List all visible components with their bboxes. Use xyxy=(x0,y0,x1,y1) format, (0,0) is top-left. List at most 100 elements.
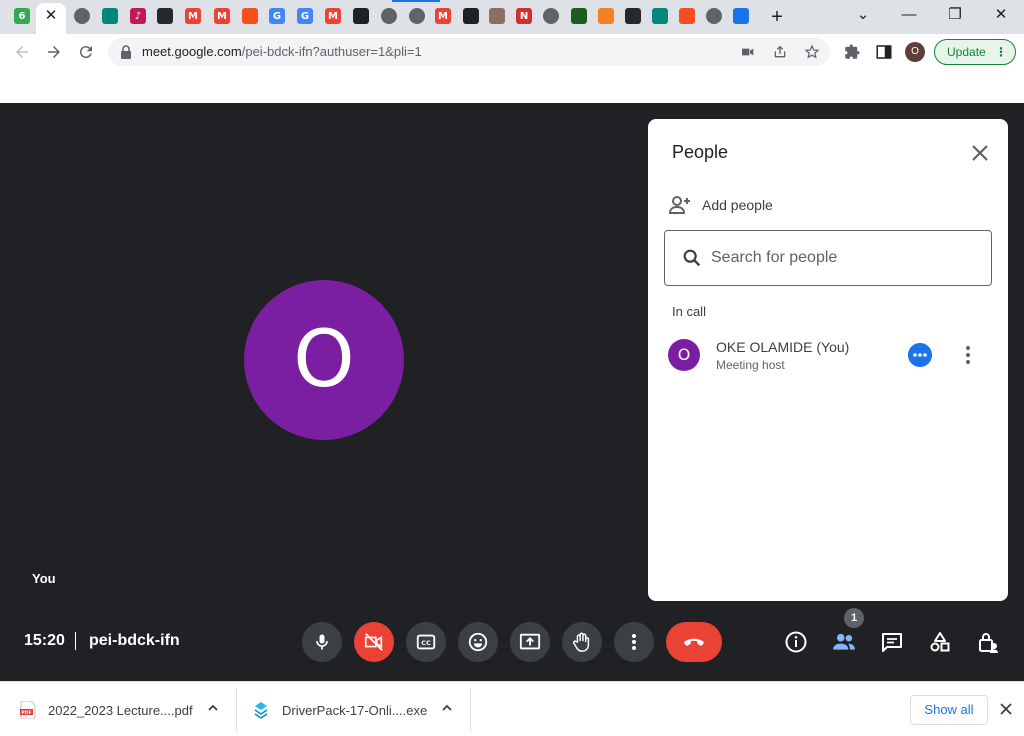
present-screen-button[interactable] xyxy=(510,622,550,662)
show-all-button[interactable]: Show all xyxy=(910,695,988,725)
restore-button[interactable]: ❐ xyxy=(940,4,970,26)
dark-square-icon xyxy=(463,8,479,24)
download-item[interactable]: DriverPack-17-Onli....exe xyxy=(237,682,470,736)
browser-tab[interactable] xyxy=(486,5,508,27)
people-button[interactable] xyxy=(828,626,860,658)
browser-tab[interactable] xyxy=(595,5,617,27)
download-item[interactable]: PDF 2022_2023 Lecture....pdf xyxy=(0,682,236,736)
browser-tab[interactable]: ♪ xyxy=(127,5,149,27)
minimize-button[interactable]: — xyxy=(894,4,924,26)
browser-tab[interactable] xyxy=(350,5,372,27)
red-square-icon: N xyxy=(516,8,532,24)
browser-tab[interactable]: M xyxy=(211,5,233,27)
emoji-icon xyxy=(468,632,488,652)
camera-blocked-icon[interactable] xyxy=(740,44,756,60)
close-panel-icon[interactable] xyxy=(968,141,992,165)
add-people-label: Add people xyxy=(702,197,773,213)
browser-tab[interactable] xyxy=(99,5,121,27)
participant-role: Meeting host xyxy=(716,358,785,372)
svg-text:CC: CC xyxy=(421,639,431,647)
meeting-stage: O You People Add people In call O OKE OL… xyxy=(0,103,1024,681)
forward-button[interactable] xyxy=(42,40,66,64)
microphone-button[interactable] xyxy=(302,622,342,662)
browser-tab[interactable]: G xyxy=(266,5,288,27)
chevron-up-icon[interactable] xyxy=(439,700,455,716)
address-bar[interactable]: meet.google.com/pei-bdck-ifn?authuser=1&… xyxy=(108,38,830,66)
participant-menu-icon[interactable] xyxy=(958,343,978,367)
profile-avatar[interactable]: O xyxy=(905,42,925,62)
divider xyxy=(75,632,76,650)
browser-tab[interactable] xyxy=(730,5,752,27)
browser-tab[interactable] xyxy=(622,5,644,27)
host-controls-button[interactable] xyxy=(972,626,1004,658)
browser-tab[interactable] xyxy=(71,5,93,27)
download-icon xyxy=(733,8,749,24)
close-shelf-icon[interactable] xyxy=(998,701,1014,717)
share-icon[interactable] xyxy=(772,44,788,60)
chevron-up-icon[interactable] xyxy=(205,700,221,716)
extensions-puzzle-icon[interactable] xyxy=(843,43,861,61)
side-panel-icon[interactable] xyxy=(875,43,893,61)
microphone-icon xyxy=(316,634,328,650)
reload-button[interactable] xyxy=(74,40,98,64)
google-meet-icon xyxy=(102,8,118,24)
globe-icon xyxy=(409,8,425,24)
activities-shapes-icon xyxy=(930,632,950,652)
more-vert-icon xyxy=(632,634,636,650)
gmail-icon: M xyxy=(435,8,451,24)
gmail-icon: M xyxy=(325,8,341,24)
add-people-button[interactable]: Add people xyxy=(668,193,828,217)
browser-tab[interactable] xyxy=(703,5,725,27)
exe-file-icon xyxy=(254,702,268,719)
raise-hand-button[interactable] xyxy=(562,622,602,662)
camera-off-button[interactable] xyxy=(354,622,394,662)
update-button[interactable]: Update ⋮ xyxy=(934,39,1016,65)
info-icon xyxy=(785,631,807,653)
browser-tab[interactable] xyxy=(568,5,590,27)
orange-circle-icon xyxy=(242,8,258,24)
forward-arrow-icon xyxy=(48,46,60,58)
browser-tab[interactable] xyxy=(239,5,261,27)
browser-tab[interactable] xyxy=(154,5,176,27)
stack-icon xyxy=(598,8,614,24)
browser-tab[interactable]: G xyxy=(294,5,316,27)
reactions-button[interactable] xyxy=(458,622,498,662)
chat-button[interactable] xyxy=(876,626,908,658)
browser-tab[interactable]: M xyxy=(432,5,454,27)
captions-button[interactable]: CC xyxy=(406,622,446,662)
browser-tab[interactable]: 6 xyxy=(11,5,33,27)
gmail-icon: M xyxy=(185,8,201,24)
back-button[interactable] xyxy=(10,40,34,64)
people-icon xyxy=(833,633,855,650)
participant-name: OKE OLAMIDE (You) xyxy=(716,339,850,355)
lock-icon[interactable] xyxy=(120,45,132,59)
close-tab-icon[interactable]: ✕ xyxy=(42,7,60,25)
globe-icon xyxy=(74,8,90,24)
browser-tab[interactable]: N xyxy=(513,5,535,27)
browser-tab[interactable]: M xyxy=(322,5,344,27)
browser-tab[interactable] xyxy=(460,5,482,27)
chrome-icon xyxy=(543,8,559,24)
search-people-box[interactable] xyxy=(664,230,992,286)
meeting-time: 15:20 xyxy=(24,632,65,649)
search-people-input[interactable] xyxy=(711,247,971,269)
browser-tab[interactable] xyxy=(406,5,428,27)
new-tab-button[interactable]: + xyxy=(766,6,788,28)
more-options-button[interactable] xyxy=(614,622,654,662)
browser-tab[interactable] xyxy=(378,5,400,27)
browser-tab[interactable] xyxy=(649,5,671,27)
globe-icon xyxy=(706,8,722,24)
chat-icon xyxy=(882,633,902,652)
host-controls-icon[interactable] xyxy=(908,343,932,367)
meeting-details-button[interactable] xyxy=(780,626,812,658)
people-panel: People Add people In call O OKE OLAMIDE … xyxy=(648,119,1008,601)
tab-search-icon[interactable]: ⌄ xyxy=(848,4,878,26)
browser-tab[interactable] xyxy=(540,5,562,27)
close-window-button[interactable]: ✕ xyxy=(986,4,1016,26)
music-icon: ♪ xyxy=(130,8,146,24)
leave-call-button[interactable] xyxy=(666,622,722,662)
bookmark-star-icon[interactable] xyxy=(804,44,820,60)
browser-tab[interactable] xyxy=(676,5,698,27)
browser-tab[interactable]: M xyxy=(182,5,204,27)
activities-button[interactable] xyxy=(924,626,956,658)
